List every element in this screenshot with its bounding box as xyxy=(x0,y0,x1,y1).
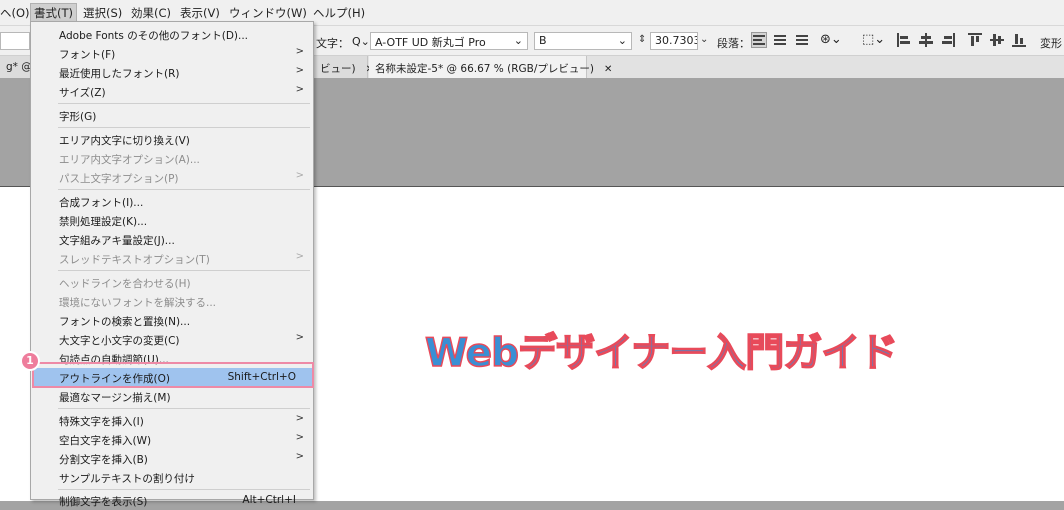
menu-item-mojikumi[interactable]: 文字組みアキ量設定(J)... xyxy=(32,230,312,249)
chevron-right-icon: > xyxy=(295,413,304,424)
menu-view[interactable]: 表示(V) xyxy=(180,5,220,21)
align-center-icon[interactable] xyxy=(773,33,787,47)
chevron-down-icon: ⌄ xyxy=(513,34,523,47)
menu-item-size[interactable]: サイズ(Z) > xyxy=(32,82,312,101)
menu-separator xyxy=(58,103,310,104)
font-size-field[interactable]: 30.7303 xyxy=(650,32,698,50)
globe-icon[interactable]: ⊛⌄ xyxy=(820,32,842,47)
menu-item-find-font[interactable]: フォントの検索と置換(N)... xyxy=(32,311,312,330)
menu-item-insert-whitespace[interactable]: 空白文字を挿入(W) > xyxy=(32,430,312,449)
menu-item-fit-headline[interactable]: ヘッドラインを合わせる(H) xyxy=(32,273,312,292)
para-label: 段落： xyxy=(717,37,750,50)
menu-item-composite-fonts[interactable]: 合成フォント(I)... xyxy=(32,192,312,211)
menu-item-area-type[interactable]: エリア内文字に切り換え(V) xyxy=(32,130,312,149)
tab-document-3[interactable]: 名称未設定-5* @ 66.67 % (RGB/プレビュー) ✕ xyxy=(369,56,612,78)
menu-item-optical-margin[interactable]: 最適なマージン揃え(M) xyxy=(32,387,312,406)
menu-item-adobe-fonts[interactable]: Adobe Fonts のその他のフォント(D)... xyxy=(32,25,312,44)
menu-separator xyxy=(58,408,310,409)
menu-separator xyxy=(58,189,310,190)
menu-item-area-type-options[interactable]: エリア内文字オプション(A)... xyxy=(32,149,312,168)
char-label: 文字： xyxy=(316,37,349,50)
menu-window[interactable]: ウィンドウ(W) xyxy=(229,5,307,21)
menu-separator xyxy=(58,489,310,490)
font-search-icon[interactable]: Q⌄ xyxy=(352,35,370,48)
chevron-down-icon[interactable]: ⌄ xyxy=(700,34,708,45)
menu-item-resolve-fonts[interactable]: 環境にないフォントを解決する... xyxy=(32,292,312,311)
menu-item-threaded-text[interactable]: スレッドテキストオプション(T) > xyxy=(32,249,312,268)
menu-type[interactable]: 書式(T) xyxy=(30,3,77,23)
type-menu: Adobe Fonts のその他のフォント(D)... フォント(F) > 最近使… xyxy=(30,21,314,508)
align-right-edge-icon[interactable] xyxy=(941,33,955,47)
align-top-edge-icon[interactable] xyxy=(968,33,982,47)
chevron-right-icon: > xyxy=(295,46,304,57)
chevron-right-icon: > xyxy=(295,84,304,95)
menu-item-show-hidden-chars[interactable]: 制御文字を表示(S) Alt+Ctrl+I xyxy=(32,491,312,510)
align-hcenter-icon[interactable] xyxy=(919,33,933,47)
close-icon[interactable]: ✕ xyxy=(604,64,612,75)
artboard-text[interactable]: Webデザイナー入門ガイド xyxy=(424,322,899,378)
left-field[interactable] xyxy=(0,32,30,50)
font-style-select[interactable]: B ⌄ xyxy=(534,32,632,50)
menu-select[interactable]: 選択(S) xyxy=(83,5,122,21)
chevron-right-icon: > xyxy=(295,251,304,262)
menu-help[interactable]: ヘルプ(H) xyxy=(313,5,365,21)
chevron-down-icon: ⌄ xyxy=(617,34,627,47)
menu-object[interactable]: ヘ(O) xyxy=(0,5,30,21)
chevron-right-icon: > xyxy=(295,451,304,462)
align-vcenter-icon[interactable] xyxy=(990,33,1004,47)
align-bottom-edge-icon[interactable] xyxy=(1012,33,1026,47)
tab-document-1[interactable]: g* @ 6 xyxy=(0,56,42,78)
transform-label[interactable]: 変形 xyxy=(1040,35,1062,51)
chevron-right-icon: > xyxy=(295,432,304,443)
menu-item-recent-fonts[interactable]: 最近使用したフォント(R) > xyxy=(32,63,312,82)
menu-item-type-on-path[interactable]: パス上文字オプション(P) > xyxy=(32,168,312,187)
menu-item-change-case[interactable]: 大文字と小文字の変更(C) > xyxy=(32,330,312,349)
tab-document-2[interactable]: ビュー)✕ xyxy=(314,56,374,78)
menu-item-insert-special-char[interactable]: 特殊文字を挿入(I) > xyxy=(32,411,312,430)
chevron-right-icon: > xyxy=(295,170,304,181)
step-badge: 1 xyxy=(20,351,40,371)
highlight-box xyxy=(32,362,314,388)
font-family-select[interactable]: A-OTF UD 新丸ゴ Pro ⌄ xyxy=(370,32,528,50)
size-stepper-icon[interactable]: ⇕ xyxy=(638,34,646,45)
font-family-value: A-OTF UD 新丸ゴ Pro xyxy=(375,36,486,49)
align-left-edge-icon[interactable] xyxy=(897,33,911,47)
align-left-icon[interactable] xyxy=(751,32,767,48)
font-style-value: B xyxy=(539,34,547,47)
chevron-right-icon: > xyxy=(295,332,304,343)
menu-item-kinsoku[interactable]: 禁則処理設定(K)... xyxy=(32,211,312,230)
menu-separator xyxy=(58,127,310,128)
align-objects-icon[interactable]: ⬚⌄ xyxy=(862,32,885,47)
menu-item-placeholder-text[interactable]: サンプルテキストの割り付け xyxy=(32,468,312,487)
menu-effect[interactable]: 効果(C) xyxy=(131,5,171,21)
align-right-icon[interactable] xyxy=(795,33,809,47)
shortcut-label: Alt+Ctrl+I xyxy=(242,494,296,506)
menu-item-glyphs[interactable]: 字形(G) xyxy=(32,106,312,125)
chevron-right-icon: > xyxy=(295,65,304,76)
menu-separator xyxy=(58,270,310,271)
menu-item-font[interactable]: フォント(F) > xyxy=(32,44,312,63)
menu-item-insert-break[interactable]: 分割文字を挿入(B) > xyxy=(32,449,312,468)
